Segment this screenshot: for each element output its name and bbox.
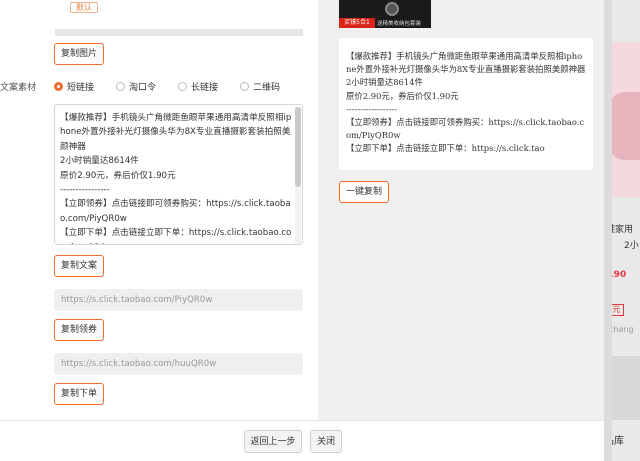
order-link-field[interactable]: https://s.click.taobao.com/huuQR0w — [54, 353, 303, 375]
copy-text-content: 【爆款推荐】手机镜头广角微距鱼眼苹果通用高清单反照相iphone外置外接补光灯摄… — [60, 111, 294, 244]
radio-unchecked-icon — [116, 82, 125, 91]
preview-line: 【立即领券】点击链接即可领券购买：https://s.click.taobao.… — [346, 117, 585, 141]
radio-label: 二维码 — [253, 83, 281, 93]
scrollbar-thumb[interactable] — [295, 107, 301, 187]
copy-image-button[interactable]: 复制图片 — [54, 43, 104, 65]
product-thumbnail: 买镜5合1 送精美收纳包套装 — [339, 0, 431, 28]
preview-line: 【爆款推荐】手机镜头广角微距鱼眼苹果通用高清单反照相iphone外置外接补光灯摄… — [346, 51, 586, 75]
image-bar — [55, 29, 303, 36]
default-tag: 默认 — [70, 2, 98, 13]
copy-text-area[interactable]: 【爆款推荐】手机镜头广角微距鱼眼苹果通用高清单反照相iphone外置外接补光灯摄… — [54, 104, 303, 245]
preview-line: 【立即下单】点击链接立即下单：https://s.click.tao — [346, 143, 545, 154]
copy-order-button[interactable]: 复制下单 — [54, 383, 104, 405]
lens-image — [385, 2, 399, 16]
background-page: 鞋家用 2小 4.90 3元 gchang 品库 — [604, 0, 640, 461]
radio-taokouling[interactable]: 淘口令 — [116, 80, 156, 93]
preview-line: 原价2.90元，券后价仅1.90元 — [346, 90, 459, 101]
copy-text-button[interactable]: 复制文案 — [54, 255, 104, 277]
copy-coupon-button[interactable]: 复制领券 — [54, 319, 104, 341]
left-pane: 默认 复制图片 文案素材 短链接 淘口令 长链接 二维码 【爆款推荐】手机镜头广… — [0, 0, 318, 420]
text-line: 【爆款推荐】手机镜头广角微距鱼眼苹果通用高清单反照相iphone外置外接补光灯摄… — [60, 113, 292, 152]
radio-long-link[interactable]: 长链接 — [178, 80, 218, 93]
copy-material-label: 文案素材 — [0, 83, 37, 93]
textarea-scrollbar[interactable] — [295, 107, 301, 244]
radio-qrcode[interactable]: 二维码 — [240, 80, 280, 93]
radio-label: 长链接 — [191, 83, 219, 93]
background-text: 2小 — [624, 241, 639, 251]
radio-short-link[interactable]: 短链接 — [54, 80, 94, 93]
preview-text: 【爆款推荐】手机镜头广角微距鱼眼苹果通用高清单反照相iphone外置外接补光灯摄… — [346, 50, 586, 156]
radio-label: 短链接 — [67, 83, 95, 93]
dialog-footer: 返回上一步 关闭 — [0, 420, 604, 461]
text-line: 【立即下单】点击链接立即下单：https://s.click.taobao.co… — [60, 228, 292, 244]
preview-line: 2小时销量达8614件 — [346, 77, 423, 88]
thumb-badge: 买镜5合1 — [339, 18, 375, 28]
radio-checked-icon — [54, 82, 63, 91]
text-line: 原价2.90元，券后价仅1.90元 — [60, 170, 176, 181]
modal-scrollbar[interactable] — [604, 0, 612, 461]
text-line: 2小时销量达8614件 — [60, 156, 139, 167]
one-click-copy-button[interactable]: 一键复制 — [339, 181, 389, 203]
back-button[interactable]: 返回上一步 — [244, 430, 302, 453]
thumb-caption: 送精美收纳包套装 — [377, 21, 422, 27]
text-line: ---------------- — [60, 185, 110, 196]
radio-label: 淘口令 — [129, 83, 157, 93]
coupon-link-field[interactable]: https://s.click.taobao.com/PiyQR0w — [54, 289, 303, 311]
background-product-shape — [610, 92, 640, 160]
radio-unchecked-icon — [240, 82, 249, 91]
close-button[interactable]: 关闭 — [310, 430, 342, 453]
radio-unchecked-icon — [178, 82, 187, 91]
preview-card: 【爆款推荐】手机镜头广角微距鱼眼苹果通用高清单反照相iphone外置外接补光灯摄… — [339, 38, 593, 170]
preview-line: ------------------ — [346, 103, 397, 114]
text-line: 【立即领券】点击链接即可领券购买：https://s.click.taobao.… — [60, 199, 291, 224]
